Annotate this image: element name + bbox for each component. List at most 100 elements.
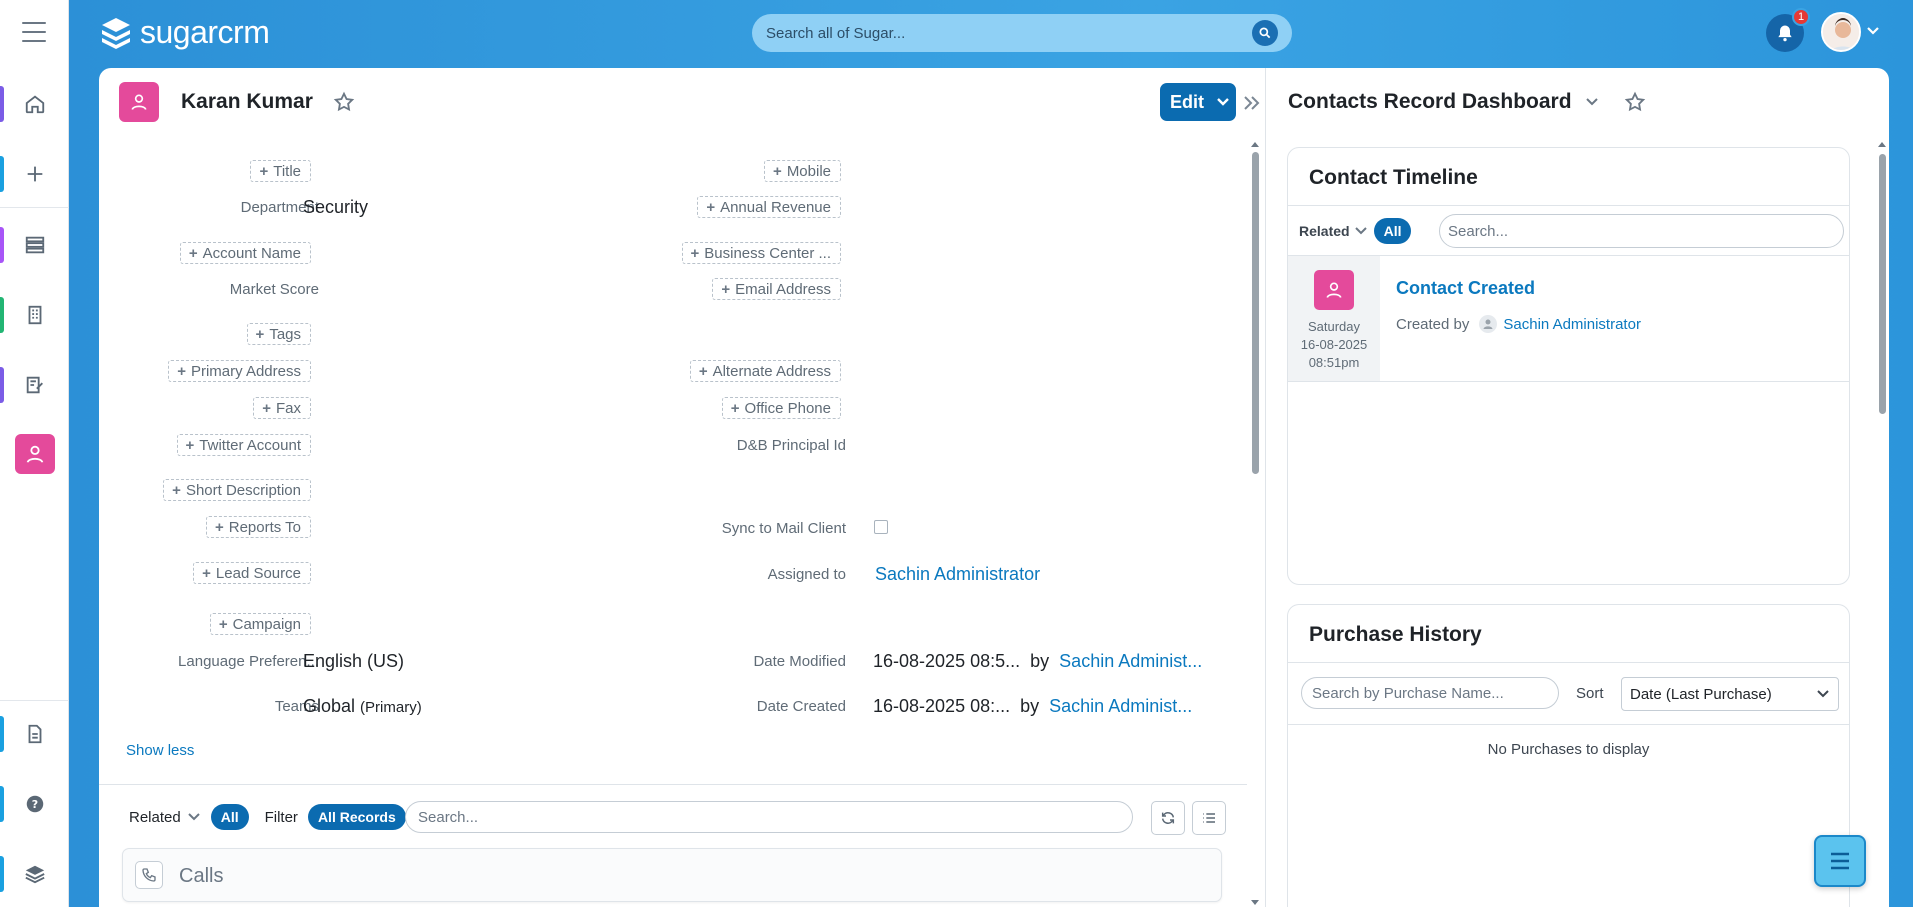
rail-layers[interactable] [0, 852, 69, 896]
timeline-user-link[interactable]: Sachin Administrator [1503, 316, 1641, 333]
chevron-down-icon[interactable] [1866, 26, 1880, 36]
edit-dropdown-chevron-icon[interactable] [1210, 83, 1236, 121]
favorite-star-icon[interactable] [333, 91, 355, 113]
list-view-button[interactable] [1192, 801, 1226, 835]
timeline-entry-title[interactable]: Contact Created [1396, 278, 1535, 299]
timeline-all-pill[interactable]: All [1373, 218, 1412, 244]
sugarcrm-logo[interactable]: sugarcrm [98, 14, 270, 51]
timeline-search[interactable] [1439, 214, 1844, 248]
filter-label: Filter [264, 808, 298, 826]
user-avatar[interactable] [1821, 12, 1861, 52]
toggle-dashboard-icon[interactable] [1243, 90, 1261, 118]
modified-by-link[interactable]: Sachin Administ... [1059, 651, 1202, 671]
chevron-down-icon[interactable] [187, 812, 201, 822]
user-avatar-icon [1479, 315, 1498, 333]
subpanel-search-input[interactable] [418, 808, 1120, 826]
edit-button[interactable]: Edit [1160, 83, 1236, 121]
chevron-down-icon[interactable] [1584, 97, 1600, 107]
add-field-mobile[interactable]: + Mobile [764, 160, 841, 182]
add-field-fax[interactable]: + Fax [253, 397, 311, 419]
all-records-pill[interactable]: All Records [307, 804, 406, 830]
contact-module-icon [119, 82, 159, 122]
add-field-business-center[interactable]: + Business Center ... [681, 242, 841, 264]
refresh-button[interactable] [1151, 801, 1185, 835]
rail-quick-create[interactable] [0, 152, 69, 196]
chevron-down-icon[interactable] [1354, 226, 1368, 236]
scroll-up-icon[interactable] [1877, 140, 1887, 148]
favorite-star-icon[interactable] [1624, 91, 1646, 113]
dashboard-scrollbar[interactable] [1877, 140, 1887, 907]
subpanel-search[interactable] [405, 801, 1133, 833]
brand-name: sugarcrm [140, 14, 270, 50]
field-value-date-modified: 16-08-2025 08:5... by Sachin Administ... [873, 651, 1203, 671]
bell-icon [1778, 25, 1792, 42]
add-field-twitter-account[interactable]: + Twitter Account [176, 434, 311, 456]
add-field-title[interactable]: + Title [250, 160, 311, 182]
add-field-account-name[interactable]: + Account Name [179, 242, 311, 264]
field-value-language[interactable]: English (US) [303, 651, 404, 672]
field-label-dnb-principal-id: D&B Principal Id [736, 437, 846, 454]
record-title: Karan Kumar [181, 90, 313, 113]
rail-accounts[interactable] [0, 293, 69, 337]
subpanel-toolbar: Related All Filter All Records [129, 804, 406, 830]
timeline-date: 16-08-2025 [1300, 337, 1368, 352]
timeline-time: 08:51pm [1308, 355, 1360, 370]
add-field-office-phone[interactable]: + Office Phone [721, 397, 841, 419]
field-label-sync-mail: Sync to Mail Client [721, 520, 846, 537]
record-dashboard: Contacts Record Dashboard Contact Timeli… [1265, 68, 1889, 907]
rail-contacts[interactable] [0, 432, 69, 476]
purchase-search-input[interactable] [1312, 684, 1548, 702]
add-field-email-address[interactable]: + Email Address [712, 278, 841, 300]
field-label-date-modified: Date Modified [753, 653, 846, 670]
field-value-department[interactable]: Security [303, 197, 368, 218]
sync-mail-checkbox[interactable] [874, 520, 888, 534]
add-field-tags[interactable]: + Tags [246, 323, 311, 345]
field-label-language: Language Preferen... [178, 653, 319, 670]
notifications-button[interactable]: 1 [1766, 8, 1810, 52]
add-field-lead-source[interactable]: + Lead Source [193, 562, 311, 584]
timeline-search-input[interactable] [1448, 222, 1835, 240]
field-label-date-created: Date Created [756, 698, 846, 715]
contact-timeline-card: Contact Timeline Related All Saturday 16… [1287, 147, 1850, 585]
rail-records[interactable] [0, 223, 69, 267]
left-nav-rail: ? [0, 0, 69, 907]
notification-badge: 1 [1792, 8, 1810, 26]
menu-icon[interactable] [22, 22, 46, 44]
add-field-annual-revenue[interactable]: + Annual Revenue [697, 196, 841, 218]
refresh-icon [1161, 812, 1175, 824]
svg-text:?: ? [31, 798, 37, 811]
scroll-up-icon[interactable] [1250, 140, 1260, 148]
global-search[interactable] [752, 14, 1292, 52]
rail-help[interactable]: ? [0, 782, 69, 826]
home-icon [25, 95, 44, 114]
add-field-campaign[interactable]: + Campaign [209, 613, 311, 635]
field-value-teams[interactable]: Global (Primary) [303, 696, 422, 717]
purchase-history-title: Purchase History [1309, 623, 1482, 646]
related-dropdown[interactable]: Related [129, 809, 181, 826]
add-field-alternate-address[interactable]: + Alternate Address [689, 360, 841, 382]
timeline-related-dropdown[interactable]: Related [1299, 223, 1350, 239]
rail-home[interactable] [0, 82, 69, 126]
help-icon: ? [26, 795, 43, 813]
floating-menu-button[interactable] [1814, 835, 1866, 887]
search-icon[interactable] [1252, 20, 1278, 46]
add-field-reports-to[interactable]: + Reports To [205, 516, 311, 538]
show-less-link[interactable]: Show less [126, 742, 194, 759]
calls-subpanel[interactable]: Calls [122, 848, 1222, 902]
purchase-search[interactable] [1301, 677, 1559, 709]
related-all-pill[interactable]: All [210, 804, 249, 830]
global-search-input[interactable] [766, 24, 1252, 42]
assigned-user-link[interactable]: Sachin Administrator [875, 564, 1040, 585]
rail-documents[interactable] [0, 712, 69, 756]
record-scrollbar[interactable] [1250, 140, 1260, 907]
add-field-short-description[interactable]: + Short Description [163, 479, 311, 501]
dashboard-title[interactable]: Contacts Record Dashboard [1288, 90, 1572, 114]
created-by-link[interactable]: Sachin Administ... [1049, 696, 1192, 716]
sort-select[interactable]: Date (Last Purchase) [1621, 677, 1839, 711]
building-icon [28, 305, 41, 325]
rail-notes[interactable] [0, 363, 69, 407]
stack-icon [25, 236, 44, 254]
add-field-primary-address[interactable]: + Primary Address [168, 360, 311, 382]
sugar-cube-icon [102, 17, 130, 49]
scroll-down-icon[interactable] [1250, 899, 1260, 907]
